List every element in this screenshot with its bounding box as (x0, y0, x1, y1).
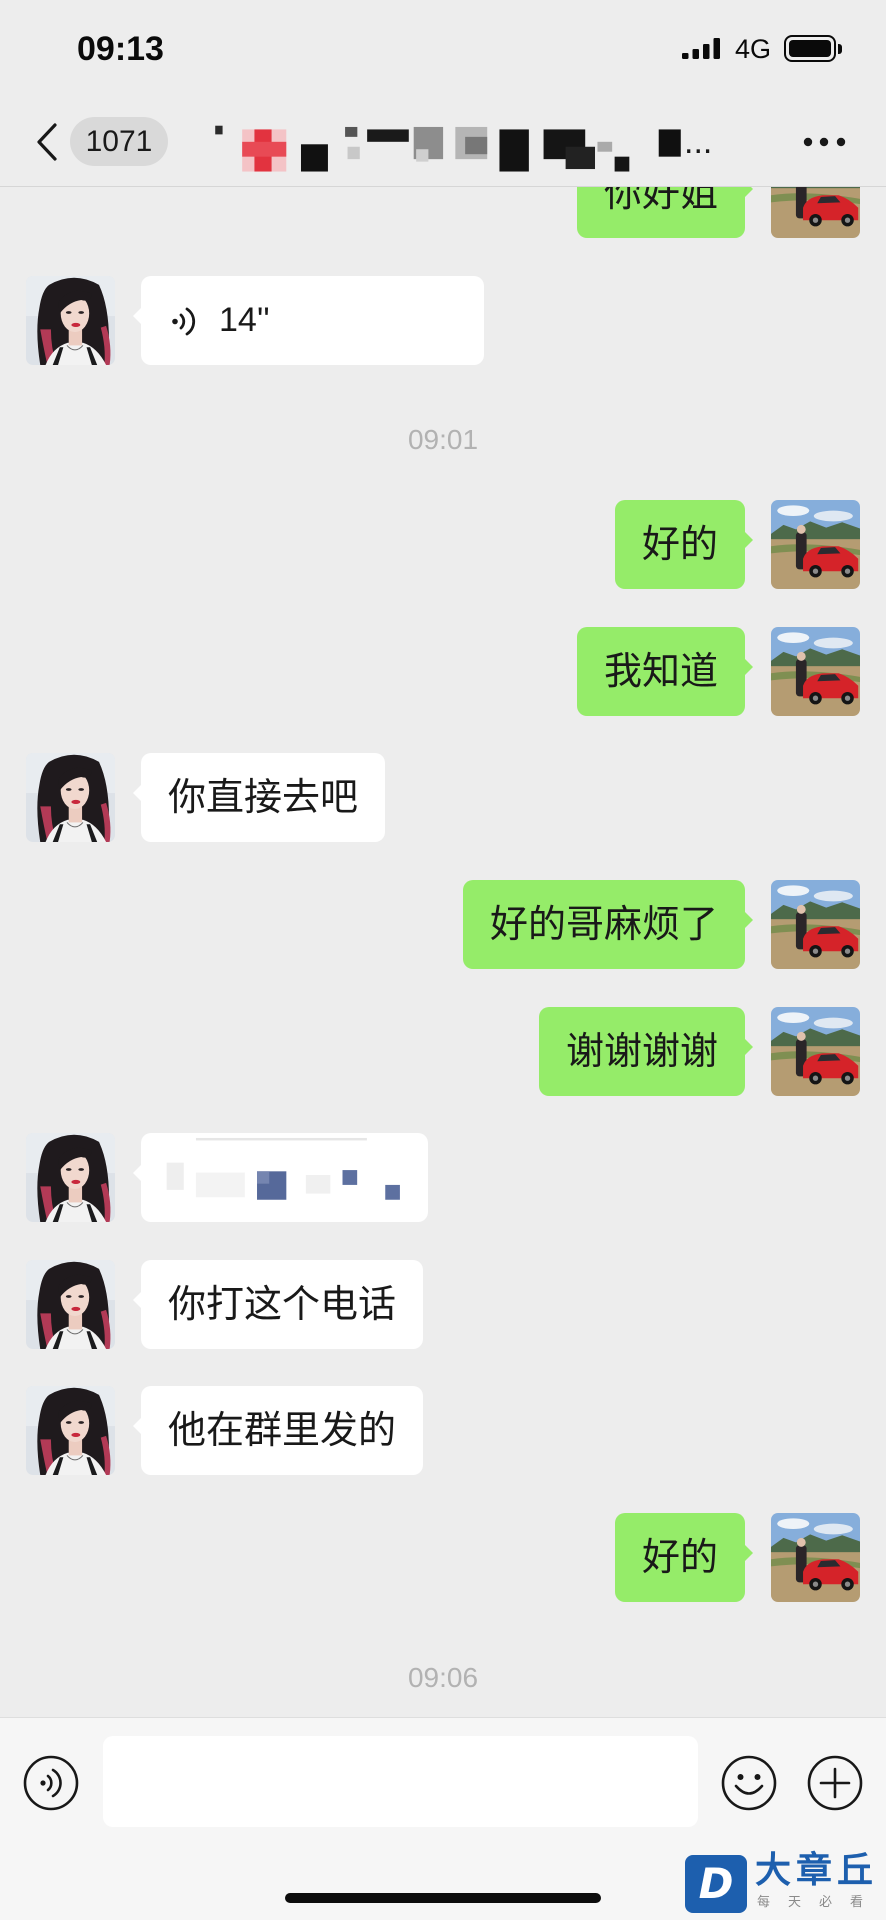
message-bubble[interactable]: 你打这个电话 (132, 1259, 424, 1349)
avatar-image (771, 187, 860, 238)
message-row-outgoing: 好的 (0, 500, 886, 590)
avatar-image (26, 1386, 115, 1475)
battery-level (789, 40, 831, 57)
battery-full-icon (784, 35, 836, 62)
avatar-image (26, 276, 115, 365)
more-dots-icon (803, 137, 846, 147)
more-functions-button[interactable] (807, 1755, 863, 1811)
contact-avatar[interactable] (26, 1133, 115, 1222)
message-bubble[interactable]: 你好姐 (576, 187, 754, 238)
signal-bars-icon (682, 38, 720, 59)
battery-tip (838, 44, 842, 54)
my-avatar[interactable] (771, 500, 860, 589)
avatar-image (771, 1007, 860, 1096)
message-row-incoming: 你打这个电话 (0, 1259, 886, 1349)
message-row-outgoing: 好的哥麻烦了 (0, 879, 886, 969)
contact-avatar[interactable] (26, 276, 115, 365)
voice-wave-icon (172, 307, 196, 335)
message-row-outgoing: 你好姐 (0, 187, 886, 238)
watermark: D 大章丘 每天必看 (683, 1851, 883, 1920)
home-indicator (285, 1893, 601, 1903)
message-bubble[interactable]: 他在群里发的 (132, 1386, 424, 1476)
message-input[interactable] (103, 1736, 698, 1827)
message-row-outgoing: 好的 (0, 1512, 886, 1602)
watermark-brand: 大章丘 (755, 1850, 879, 1891)
message-bubble[interactable]: 我知道 (576, 626, 754, 716)
unread-count-badge: 1071 (70, 117, 168, 166)
voice-message-bubble[interactable]: 14'' (133, 275, 484, 365)
message-list[interactable]: 你好姐 14'' 09:01 好的 我知道 你直接去吧 好的哥麻烦了 谢谢谢谢 … (0, 187, 886, 1717)
back-button[interactable]: 1071 (28, 112, 174, 172)
message-row-incoming: 14'' (0, 275, 886, 365)
emoji-icon (721, 1755, 777, 1811)
avatar-image (771, 627, 860, 716)
message-bubble[interactable]: 好的 (614, 500, 754, 590)
message-row-incoming: 他在群里发的 (0, 1386, 886, 1476)
watermark-logo: D (685, 1855, 747, 1913)
my-avatar[interactable] (771, 1513, 860, 1602)
message-row-outgoing: 谢谢谢谢 (0, 1006, 886, 1096)
message-row-incoming (0, 1133, 886, 1223)
more-button[interactable] (796, 122, 856, 162)
network-type: 4G (735, 34, 772, 64)
my-avatar[interactable] (771, 187, 860, 238)
message-list-content: 你好姐 14'' 09:01 好的 我知道 你直接去吧 好的哥麻烦了 谢谢谢谢 … (0, 187, 886, 1717)
voice-mode-icon (23, 1755, 79, 1811)
message-row-outgoing: 我知道 (0, 626, 886, 716)
contact-avatar[interactable] (26, 1260, 115, 1349)
my-avatar[interactable] (771, 1007, 860, 1096)
redacted-content-mosaic (166, 1138, 400, 1200)
plus-circle-icon (807, 1755, 863, 1811)
emoji-button[interactable] (721, 1755, 777, 1811)
avatar-image (26, 1133, 115, 1222)
timestamp: 09:01 (407, 424, 479, 456)
message-bubble[interactable]: 你直接去吧 (132, 753, 386, 843)
message-bubble[interactable]: 谢谢谢谢 (538, 1006, 754, 1096)
voice-mode-button[interactable] (23, 1755, 79, 1811)
my-avatar[interactable] (771, 627, 860, 716)
contact-avatar[interactable] (26, 753, 115, 842)
timestamp-row: 09:06 (0, 1640, 886, 1717)
redacted-message-bubble[interactable] (133, 1133, 428, 1223)
watermark-tagline: 每天必看 (757, 1895, 882, 1910)
avatar-image (26, 753, 115, 842)
message-bubble[interactable]: 好的 (614, 1512, 754, 1602)
timestamp: 09:06 (407, 1661, 479, 1693)
timestamp-row: 09:01 (0, 402, 886, 500)
voice-duration: 14'' (219, 300, 270, 339)
status-time: 09:13 (77, 30, 164, 68)
title-redacted-mosaic (215, 125, 681, 172)
chat-header: 09:13 4G 1071 ... (0, 0, 886, 187)
message-row-incoming: 你直接去吧 (0, 753, 886, 843)
message-bubble[interactable]: 好的哥麻烦了 (462, 879, 754, 969)
avatar-image (771, 1513, 860, 1602)
chevron-left-icon (37, 123, 57, 161)
chat-title: ... (684, 123, 713, 161)
avatar-image (771, 880, 860, 969)
avatar-image (771, 500, 860, 589)
avatar-image (26, 1260, 115, 1349)
my-avatar[interactable] (771, 880, 860, 969)
contact-avatar[interactable] (26, 1386, 115, 1475)
